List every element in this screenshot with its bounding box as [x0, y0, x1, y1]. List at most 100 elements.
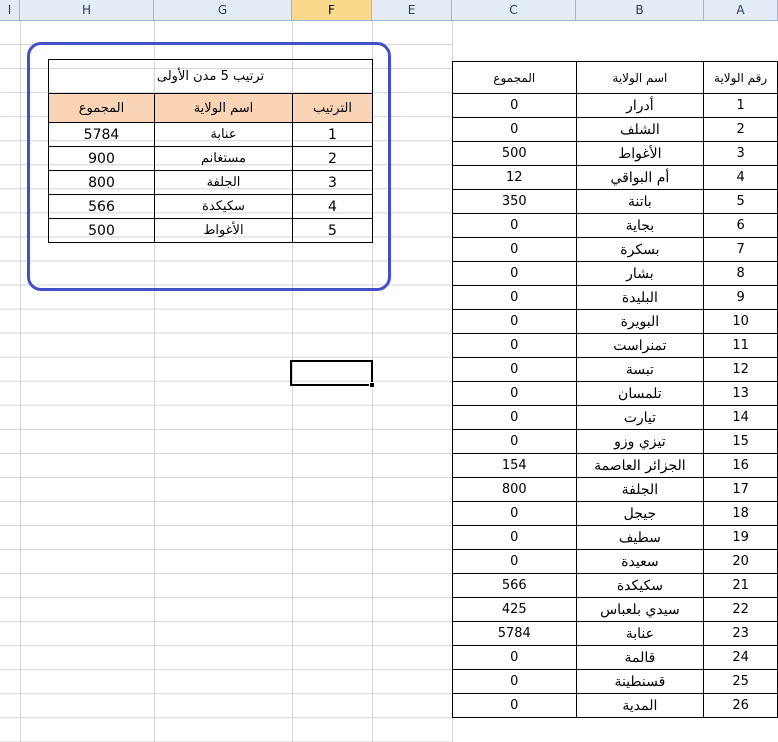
name-cell[interactable]: البويرة — [575, 309, 705, 334]
total-cell[interactable]: 0 — [452, 213, 577, 238]
table-row: 0 تيارت 14 — [452, 405, 778, 430]
number-cell[interactable]: 19 — [703, 525, 778, 550]
number-cell[interactable]: 16 — [703, 453, 778, 478]
number-cell[interactable]: 21 — [703, 573, 778, 598]
total-cell[interactable]: 154 — [452, 453, 577, 478]
header-total[interactable]: المجموع — [452, 61, 577, 94]
table-row: 0 تبسة 12 — [452, 357, 778, 382]
name-cell[interactable]: تيزي وزو — [575, 429, 705, 454]
name-cell[interactable]: الجلفة — [575, 477, 705, 502]
gridline — [20, 21, 21, 742]
name-cell[interactable]: تلمسان — [575, 381, 705, 406]
selected-cell[interactable] — [290, 360, 375, 388]
name-cell[interactable]: البليدة — [575, 285, 705, 310]
number-cell[interactable]: 6 — [703, 213, 778, 238]
name-cell[interactable]: تيارت — [575, 405, 705, 430]
total-cell[interactable]: 0 — [452, 333, 577, 358]
total-cell[interactable]: 0 — [452, 669, 577, 694]
name-cell[interactable]: أدرار — [575, 93, 705, 118]
number-cell[interactable]: 24 — [703, 645, 778, 670]
number-cell[interactable]: 12 — [703, 357, 778, 382]
header-name[interactable]: اسم الولاية — [575, 61, 705, 94]
name-cell[interactable]: سعيدة — [575, 549, 705, 574]
total-cell[interactable]: 0 — [452, 93, 577, 118]
number-cell[interactable]: 15 — [703, 429, 778, 454]
number-cell[interactable]: 3 — [703, 141, 778, 166]
table-row: 0 البويرة 10 — [452, 309, 778, 334]
number-cell[interactable]: 4 — [703, 165, 778, 190]
number-cell[interactable]: 7 — [703, 237, 778, 262]
name-cell[interactable]: سكيكدة — [575, 573, 705, 598]
table-row: 0 جيجل 18 — [452, 501, 778, 526]
name-cell[interactable]: قسنطينة — [575, 669, 705, 694]
total-cell[interactable]: 0 — [452, 357, 577, 382]
name-cell[interactable]: أم البواقي — [575, 165, 705, 190]
name-cell[interactable]: سطيف — [575, 525, 705, 550]
total-cell[interactable]: 800 — [452, 477, 577, 502]
number-cell[interactable]: 9 — [703, 285, 778, 310]
total-cell[interactable]: 0 — [452, 285, 577, 310]
name-cell[interactable]: عنابة — [575, 621, 705, 646]
column-header-G[interactable]: G — [154, 0, 292, 21]
total-cell[interactable]: 0 — [452, 693, 577, 718]
name-cell[interactable]: بشار — [575, 261, 705, 286]
table-row: 0 قسنطينة 25 — [452, 669, 778, 694]
total-cell[interactable]: 566 — [452, 573, 577, 598]
number-cell[interactable]: 1 — [703, 93, 778, 118]
column-header-I[interactable]: I — [0, 0, 20, 21]
total-cell[interactable]: 0 — [452, 549, 577, 574]
total-cell[interactable]: 5784 — [452, 621, 577, 646]
number-cell[interactable]: 8 — [703, 261, 778, 286]
table-row: 0 سعيدة 20 — [452, 549, 778, 574]
name-cell[interactable]: تبسة — [575, 357, 705, 382]
total-cell[interactable]: 0 — [452, 645, 577, 670]
name-cell[interactable]: المدية — [575, 693, 705, 718]
column-header-E[interactable]: E — [372, 0, 452, 21]
total-cell[interactable]: 0 — [452, 309, 577, 334]
total-cell[interactable]: 0 — [452, 261, 577, 286]
column-header-B[interactable]: B — [576, 0, 704, 21]
column-header-H[interactable]: H — [20, 0, 154, 21]
column-header-C[interactable]: C — [452, 0, 576, 21]
number-cell[interactable]: 20 — [703, 549, 778, 574]
name-cell[interactable]: قالمة — [575, 645, 705, 670]
number-cell[interactable]: 17 — [703, 477, 778, 502]
name-cell[interactable]: جيجل — [575, 501, 705, 526]
header-number[interactable]: رقم الولاية — [703, 61, 778, 94]
total-cell[interactable]: 0 — [452, 117, 577, 142]
total-cell[interactable]: 0 — [452, 381, 577, 406]
name-cell[interactable]: باتنة — [575, 189, 705, 214]
name-cell[interactable]: الأغواط — [575, 141, 705, 166]
total-cell[interactable]: 12 — [452, 165, 577, 190]
total-cell[interactable]: 425 — [452, 597, 577, 622]
number-cell[interactable]: 10 — [703, 309, 778, 334]
number-cell[interactable]: 2 — [703, 117, 778, 142]
number-cell[interactable]: 25 — [703, 669, 778, 694]
total-cell[interactable]: 0 — [452, 429, 577, 454]
column-header-F[interactable]: F — [292, 0, 372, 21]
name-cell[interactable]: الجزائر العاصمة — [575, 453, 705, 478]
name-cell[interactable]: بجاية — [575, 213, 705, 238]
total-cell[interactable]: 0 — [452, 405, 577, 430]
total-cell[interactable]: 500 — [452, 141, 577, 166]
name-cell[interactable]: الشلف — [575, 117, 705, 142]
table-row: 0 أدرار 1 — [452, 93, 778, 118]
total-cell[interactable]: 0 — [452, 525, 577, 550]
number-cell[interactable]: 18 — [703, 501, 778, 526]
number-cell[interactable]: 22 — [703, 597, 778, 622]
number-cell[interactable]: 13 — [703, 381, 778, 406]
name-cell[interactable]: تمنراست — [575, 333, 705, 358]
number-cell[interactable]: 26 — [703, 693, 778, 718]
number-cell[interactable]: 11 — [703, 333, 778, 358]
fill-handle[interactable] — [369, 382, 375, 388]
total-cell[interactable]: 0 — [452, 237, 577, 262]
name-cell[interactable]: بسكرة — [575, 237, 705, 262]
number-cell[interactable]: 23 — [703, 621, 778, 646]
column-header-A[interactable]: A — [704, 0, 778, 21]
number-cell[interactable]: 14 — [703, 405, 778, 430]
table-row: 350 باتنة 5 — [452, 189, 778, 214]
number-cell[interactable]: 5 — [703, 189, 778, 214]
name-cell[interactable]: سيدي بلعباس — [575, 597, 705, 622]
total-cell[interactable]: 350 — [452, 189, 577, 214]
total-cell[interactable]: 0 — [452, 501, 577, 526]
